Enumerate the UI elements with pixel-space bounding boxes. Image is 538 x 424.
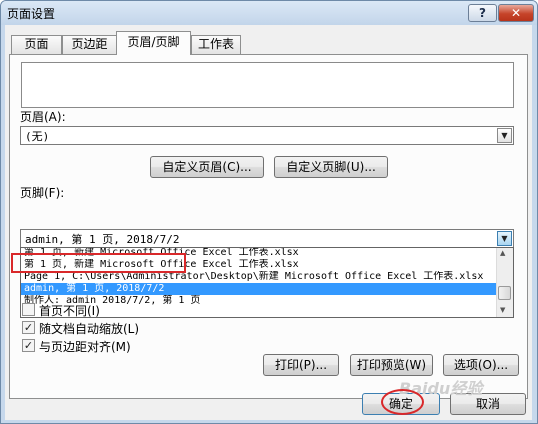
header-value: (无) [25,130,50,143]
tab-margins[interactable]: 页边距 [62,35,117,54]
header-dropdown[interactable]: (无) ▼ [20,126,514,145]
footer-dropdown[interactable]: admin, 第 1 页, 2018/7/2 ▼ [20,229,514,248]
scroll-up-icon[interactable]: ▲ [500,249,505,257]
scroll-down-icon[interactable]: ▼ [500,306,505,314]
different-first-page-label: 首页不同(I) [39,304,100,318]
footer-value: admin, 第 1 页, 2018/7/2 [25,233,180,246]
custom-footer-button[interactable]: 自定义页脚(U)... [274,156,388,178]
help-button[interactable]: ? [468,4,497,22]
print-button[interactable]: 打印(P)... [263,354,339,376]
align-with-margins-label: 与页边距对齐(M) [39,340,131,354]
print-preview-button[interactable]: 打印预览(W) [350,354,433,376]
page-setup-dialog: 页面设置 ? ✕ 页面 页边距 页眉/页脚 工作表 页眉(A): (无) ▼ 自… [0,0,538,424]
annotation-highlight-oval [381,389,424,415]
title-bar: 页面设置 ? ✕ [1,1,537,25]
header-footer-panel: 页眉(A): (无) ▼ 自定义页眉(C)... 自定义页脚(U)... 页脚(… [9,54,528,399]
tab-page[interactable]: 页面 [11,35,62,54]
dialog-body: 页面 页边距 页眉/页脚 工作表 页眉(A): (无) ▼ 自定义页眉(C)..… [5,25,532,420]
annotation-highlight-box [11,253,186,273]
options-button[interactable]: 选项(O)... [443,354,519,376]
chevron-down-icon[interactable]: ▼ [497,128,512,143]
list-scrollbar[interactable]: ▲ ▼ [496,248,513,317]
custom-header-button[interactable]: 自定义页眉(C)... [150,156,264,178]
footer-option-selected[interactable]: admin, 第 1 页, 2018/7/2 [21,283,498,295]
chevron-down-icon[interactable]: ▼ [497,231,512,246]
tab-header-footer[interactable]: 页眉/页脚 [116,31,191,55]
scale-with-document-checkbox[interactable]: ✓ [22,321,35,334]
tab-sheet[interactable]: 工作表 [191,35,241,54]
scale-with-document-label: 随文档自动缩放(L) [39,322,140,336]
align-with-margins-checkbox[interactable]: ✓ [22,339,35,352]
close-button[interactable]: ✕ [498,4,534,22]
header-label: 页眉(A): [20,110,66,124]
header-preview [21,62,514,108]
different-first-page-checkbox[interactable] [22,303,35,316]
window-title: 页面设置 [7,7,56,21]
scroll-thumb[interactable] [498,286,511,300]
footer-label: 页脚(F): [20,186,65,200]
